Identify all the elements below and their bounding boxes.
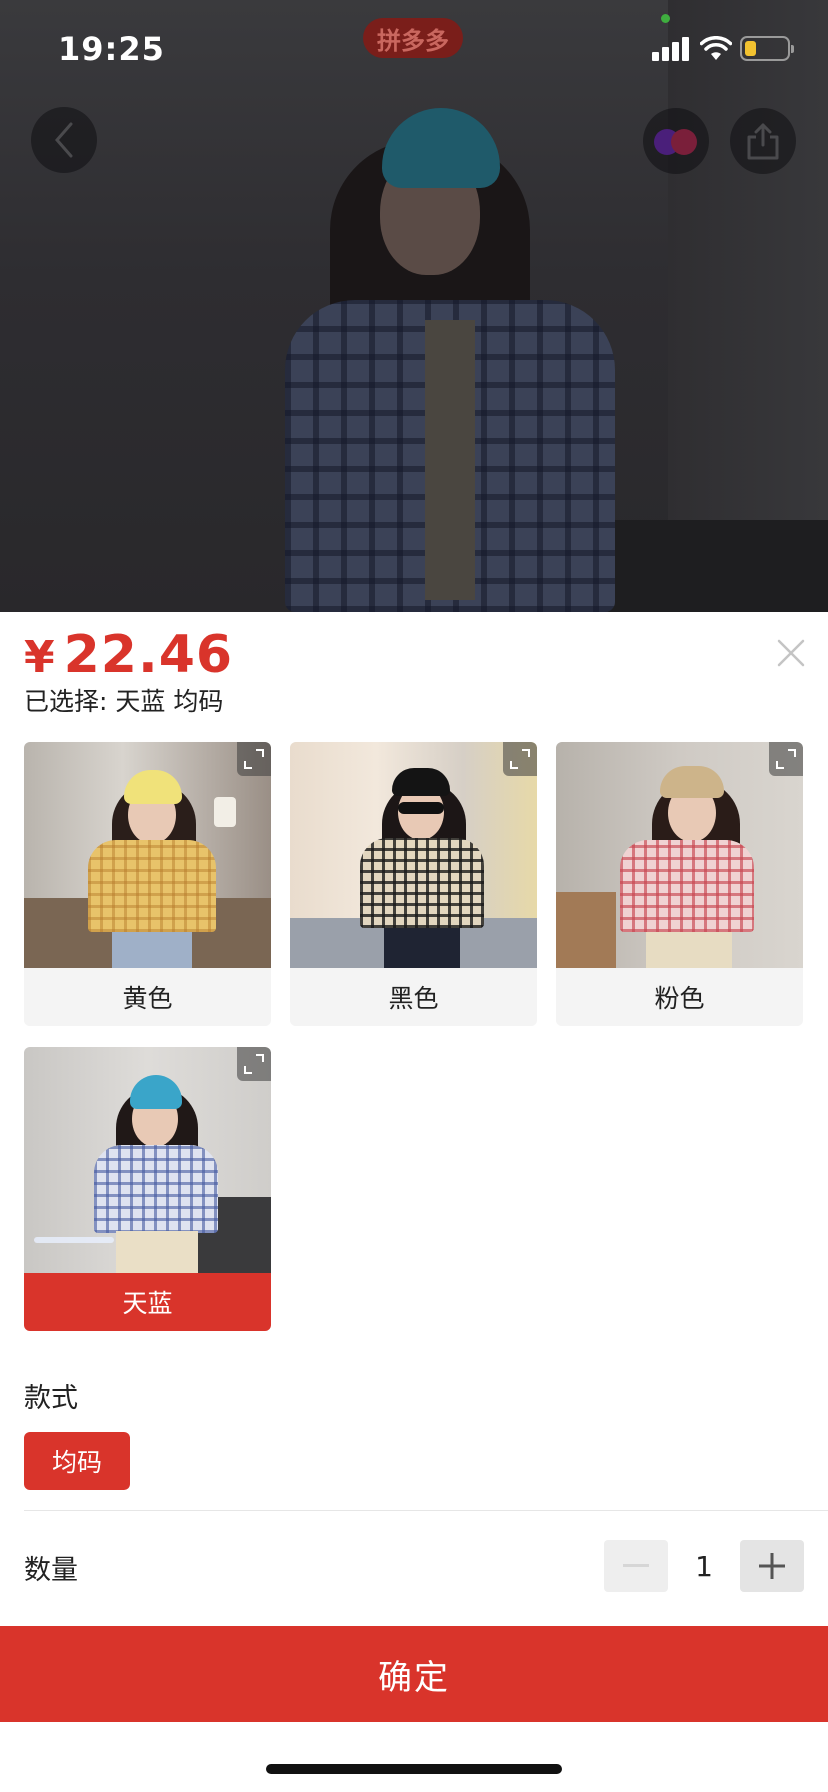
variant-label: 天蓝 xyxy=(24,1273,271,1331)
share-icon xyxy=(747,123,779,160)
sku-sheet: ¥22.46 已选择: 天蓝 均码 黄色 黑色 粉色 天蓝 款式 均码 数量 1… xyxy=(0,612,828,1792)
status-bar: 19:25 拼多多 xyxy=(0,0,828,100)
selected-spec-text: 已选择: 天蓝 均码 xyxy=(24,687,224,716)
minus-icon xyxy=(623,1564,649,1567)
status-time: 19:25 xyxy=(58,30,165,68)
section-divider xyxy=(24,1510,828,1511)
chevron-left-icon xyxy=(55,122,73,158)
share-button[interactable] xyxy=(730,108,796,174)
quantity-title: 数量 xyxy=(24,1555,78,1586)
wifi-icon xyxy=(700,36,732,60)
quantity-row: 数量 1 xyxy=(0,1540,828,1600)
style-section-title: 款式 xyxy=(24,1383,78,1414)
variant-black[interactable]: 黑色 xyxy=(290,742,537,1026)
close-icon[interactable] xyxy=(774,636,808,670)
photo-model-hat xyxy=(382,108,500,188)
variant-label: 黄色 xyxy=(24,968,271,1026)
price-value: 22.46 xyxy=(63,625,234,685)
quantity-increase-button[interactable] xyxy=(740,1540,804,1592)
plus-icon xyxy=(759,1553,785,1579)
app-badge: 拼多多 xyxy=(363,18,463,58)
expand-icon[interactable] xyxy=(237,742,271,776)
variant-label: 粉色 xyxy=(556,968,803,1026)
battery-icon xyxy=(740,36,794,61)
price-currency: ¥ xyxy=(24,632,56,683)
confirm-button[interactable]: 确定 xyxy=(0,1626,828,1722)
variant-black-photo xyxy=(290,742,537,968)
expand-icon[interactable] xyxy=(503,742,537,776)
variant-pink[interactable]: 粉色 xyxy=(556,742,803,1026)
photo-cardigan-placket xyxy=(425,320,475,600)
back-button[interactable] xyxy=(31,107,97,173)
quantity-value[interactable]: 1 xyxy=(672,1540,736,1592)
variant-sky-blue[interactable]: 天蓝 xyxy=(24,1047,271,1331)
camera-indicator-icon xyxy=(661,14,670,23)
home-indicator[interactable] xyxy=(266,1764,562,1774)
brand-logo-icon xyxy=(654,126,698,156)
signal-icon xyxy=(652,37,690,61)
price-display: ¥22.46 xyxy=(24,624,233,686)
variant-label: 黑色 xyxy=(290,968,537,1026)
brand-button[interactable] xyxy=(643,108,709,174)
quantity-decrease-button[interactable] xyxy=(604,1540,668,1592)
variant-yellow[interactable]: 黄色 xyxy=(24,742,271,1026)
expand-icon[interactable] xyxy=(769,742,803,776)
photo-stool xyxy=(608,520,828,612)
variant-yellow-photo xyxy=(24,742,271,968)
expand-icon[interactable] xyxy=(237,1047,271,1081)
battery-level xyxy=(745,41,756,56)
sku-selection-screen: 19:25 拼多多 ¥ 22.46 已选择: 天蓝 均码 黄色 黑色 粉色 天蓝… xyxy=(0,0,828,1792)
style-option-one-size[interactable]: 均码 xyxy=(24,1432,130,1490)
variant-sky-blue-photo xyxy=(24,1047,271,1273)
variant-pink-photo xyxy=(556,742,803,968)
